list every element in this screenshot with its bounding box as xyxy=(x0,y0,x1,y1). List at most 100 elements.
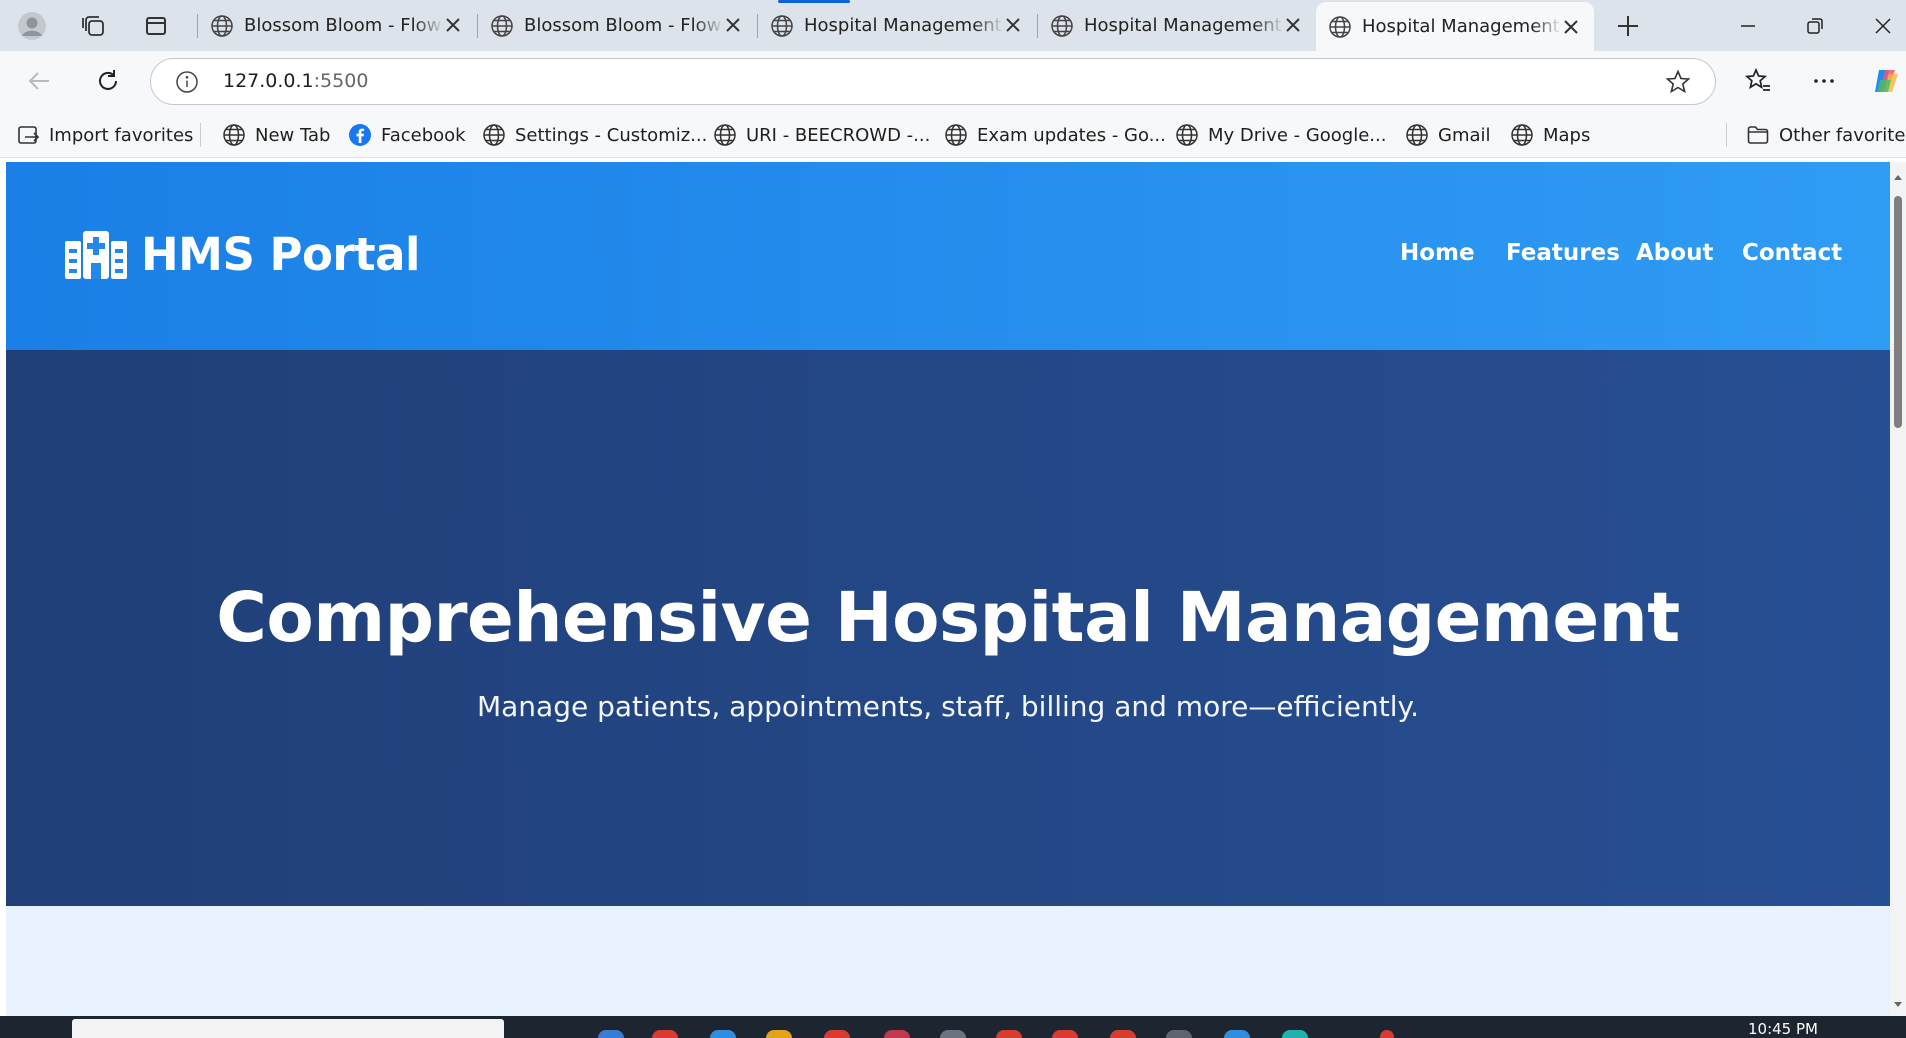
globe-icon xyxy=(1406,124,1428,146)
url-text[interactable]: 127.0.0.1:5500 xyxy=(223,70,368,92)
globe-icon xyxy=(223,124,245,146)
back-button[interactable] xyxy=(22,63,58,99)
taskbar-app-icon[interactable] xyxy=(710,1030,736,1038)
workspaces-icon xyxy=(82,16,104,36)
scroll-up-icon[interactable] xyxy=(1893,172,1903,182)
tab-title: Hospital Management System xyxy=(1084,15,1284,36)
tab-actions-icon xyxy=(146,17,166,35)
tab[interactable]: Hospital Management System xyxy=(758,0,1036,51)
page-scrollbar[interactable] xyxy=(1890,162,1906,1016)
taskbar-app-icon[interactable] xyxy=(940,1030,966,1038)
close-tab-icon[interactable] xyxy=(1560,16,1582,38)
taskbar-app-icon[interactable] xyxy=(1224,1030,1250,1038)
favorite-new-tab[interactable]: New Tab xyxy=(222,122,330,148)
copilot-button[interactable] xyxy=(1868,63,1904,99)
more-menu-button[interactable] xyxy=(1806,63,1842,99)
globe-icon xyxy=(1051,14,1073,37)
tab-strip: Blossom Bloom - Flower Shop Blossom Bloo… xyxy=(0,0,1906,51)
profile-avatar[interactable] xyxy=(14,8,50,44)
taskbar-app-icon[interactable] xyxy=(598,1030,624,1038)
restore-button[interactable] xyxy=(1797,8,1833,44)
globe-icon xyxy=(1511,124,1533,146)
close-icon xyxy=(1875,18,1891,34)
favorite-gmail[interactable]: Gmail xyxy=(1405,122,1491,148)
tab[interactable]: Blossom Bloom - Flower Shop xyxy=(198,0,476,51)
close-tab-icon[interactable] xyxy=(442,14,464,36)
tab[interactable]: Blossom Bloom - Flower Shop xyxy=(478,0,756,51)
site-logo[interactable]: HMS Portal xyxy=(65,228,420,281)
close-tab-icon[interactable] xyxy=(1282,14,1304,36)
favorite-label: Exam updates - Go... xyxy=(977,124,1166,146)
hero-title: Comprehensive Hospital Management xyxy=(216,578,1680,658)
favorite-my-drive[interactable]: My Drive - Google... xyxy=(1175,122,1386,148)
favorite-facebook[interactable]: Facebook xyxy=(348,122,466,148)
favorite-maps[interactable]: Maps xyxy=(1510,122,1590,148)
taskbar-clock[interactable]: 10:45 PM xyxy=(1748,1020,1818,1038)
url-host: 127.0.0.1 xyxy=(223,70,314,92)
other-favorites-folder[interactable]: Other favorites xyxy=(1746,122,1906,148)
favorites-button[interactable] xyxy=(1740,63,1776,99)
close-tab-icon[interactable] xyxy=(1002,14,1024,36)
star-icon[interactable] xyxy=(1665,69,1691,95)
scroll-down-icon[interactable] xyxy=(1893,1000,1903,1010)
taskbar-app-icon[interactable] xyxy=(1166,1030,1192,1038)
taskbar-app-icon[interactable] xyxy=(884,1030,910,1038)
favorites-bar: Import favorites New Tab Facebook Settin… xyxy=(0,112,1906,158)
favorite-settings[interactable]: Settings - Customiz... xyxy=(482,122,707,148)
favorite-beecrowd[interactable]: URI - BEECROWD -... xyxy=(713,122,930,148)
hero-subtitle: Manage patients, appointments, staff, bi… xyxy=(476,690,1420,723)
favorite-label: Facebook xyxy=(381,124,466,146)
favorites-star-icon xyxy=(1744,67,1770,91)
taskbar-app-icon[interactable] xyxy=(996,1030,1022,1038)
scrollbar-thumb[interactable] xyxy=(1894,196,1902,428)
favorite-label: Import favorites xyxy=(49,124,194,146)
restore-icon xyxy=(1807,18,1823,34)
hospital-icon xyxy=(65,230,127,279)
tab[interactable]: Hospital Management System xyxy=(1038,0,1316,51)
browser-toolbar: 127.0.0.1:5500 xyxy=(0,51,1906,112)
folder-icon xyxy=(1747,126,1769,144)
taskbar-app-icon[interactable] xyxy=(1052,1030,1078,1038)
close-tab-icon[interactable] xyxy=(722,14,744,36)
site-header: HMS Portal Home Features About Contact xyxy=(6,162,1890,350)
taskbar-app-icon[interactable] xyxy=(1110,1030,1136,1038)
taskbar-app-icon[interactable] xyxy=(766,1030,792,1038)
nav-link-about[interactable]: About xyxy=(1636,240,1713,266)
globe-icon xyxy=(483,124,505,146)
taskbar-app-icon[interactable] xyxy=(1282,1030,1308,1038)
taskbar-search[interactable] xyxy=(72,1019,504,1038)
nav-link-contact[interactable]: Contact xyxy=(1742,240,1842,266)
info-icon[interactable] xyxy=(175,70,199,94)
favorite-label: Gmail xyxy=(1438,124,1491,146)
tab-title: Hospital Management System xyxy=(804,15,1004,36)
favorite-import[interactable]: Import favorites xyxy=(16,122,193,148)
taskbar-app-icon[interactable] xyxy=(824,1030,850,1038)
globe-icon xyxy=(1176,124,1198,146)
more-icon xyxy=(1814,79,1834,83)
new-tab-button[interactable] xyxy=(1610,8,1646,44)
favorite-label: Settings - Customiz... xyxy=(515,124,708,146)
favorite-exam-updates[interactable]: Exam updates - Go... xyxy=(944,122,1166,148)
minimize-button[interactable] xyxy=(1730,8,1766,44)
vertical-tabs-button[interactable] xyxy=(138,8,174,44)
favorite-label: Maps xyxy=(1543,124,1591,146)
taskbar: 10:45 PM xyxy=(0,1016,1906,1038)
copilot-icon xyxy=(1875,70,1898,92)
nav-link-features[interactable]: Features xyxy=(1506,240,1620,266)
import-icon xyxy=(18,126,40,144)
close-window-button[interactable] xyxy=(1865,8,1901,44)
page-viewport: HMS Portal Home Features About Contact C… xyxy=(6,162,1890,1016)
workspaces-button[interactable] xyxy=(76,8,112,44)
tab-active[interactable]: Hospital Management System xyxy=(1316,2,1594,51)
favorite-label: URI - BEECROWD -... xyxy=(746,124,931,146)
site-title: HMS Portal xyxy=(141,228,420,281)
taskbar-app-icon[interactable] xyxy=(1380,1030,1394,1038)
address-bar[interactable]: 127.0.0.1:5500 xyxy=(150,58,1716,105)
globe-icon xyxy=(211,14,233,37)
back-arrow-icon xyxy=(28,72,49,90)
nav-link-home[interactable]: Home xyxy=(1400,240,1475,266)
url-port: :5500 xyxy=(313,70,369,92)
globe-icon xyxy=(945,124,967,146)
taskbar-app-icon[interactable] xyxy=(652,1030,678,1038)
refresh-button[interactable] xyxy=(90,63,126,99)
